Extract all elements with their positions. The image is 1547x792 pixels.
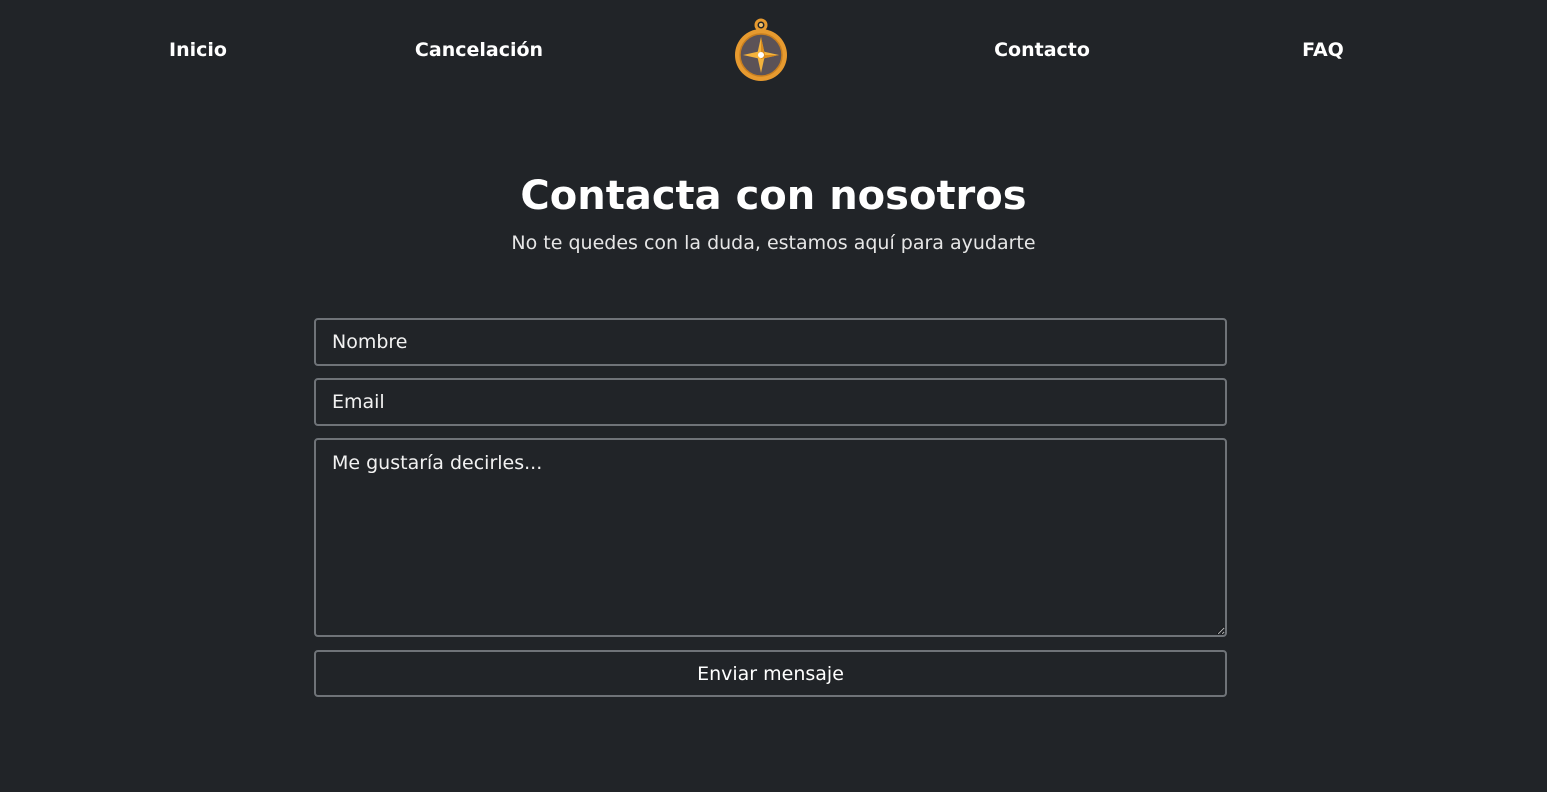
nav-link-faq[interactable]: FAQ (1302, 36, 1344, 64)
page-subtitle: No te quedes con la duda, estamos aquí p… (511, 232, 1036, 254)
nav-link-inicio[interactable]: Inicio (169, 36, 227, 64)
message-textarea[interactable] (314, 438, 1227, 637)
nav-link-contacto[interactable]: Contacto (994, 36, 1090, 64)
email-input[interactable] (314, 378, 1227, 426)
page-title: Contacta con nosotros (520, 173, 1027, 219)
nav-link-cancelacion[interactable]: Cancelación (415, 36, 543, 64)
top-navigation: Inicio Cancelación Contacto FAQ (0, 0, 1547, 100)
send-message-button[interactable]: Enviar mensaje (314, 650, 1227, 697)
compass-icon[interactable] (731, 17, 791, 83)
name-input[interactable] (314, 318, 1227, 366)
